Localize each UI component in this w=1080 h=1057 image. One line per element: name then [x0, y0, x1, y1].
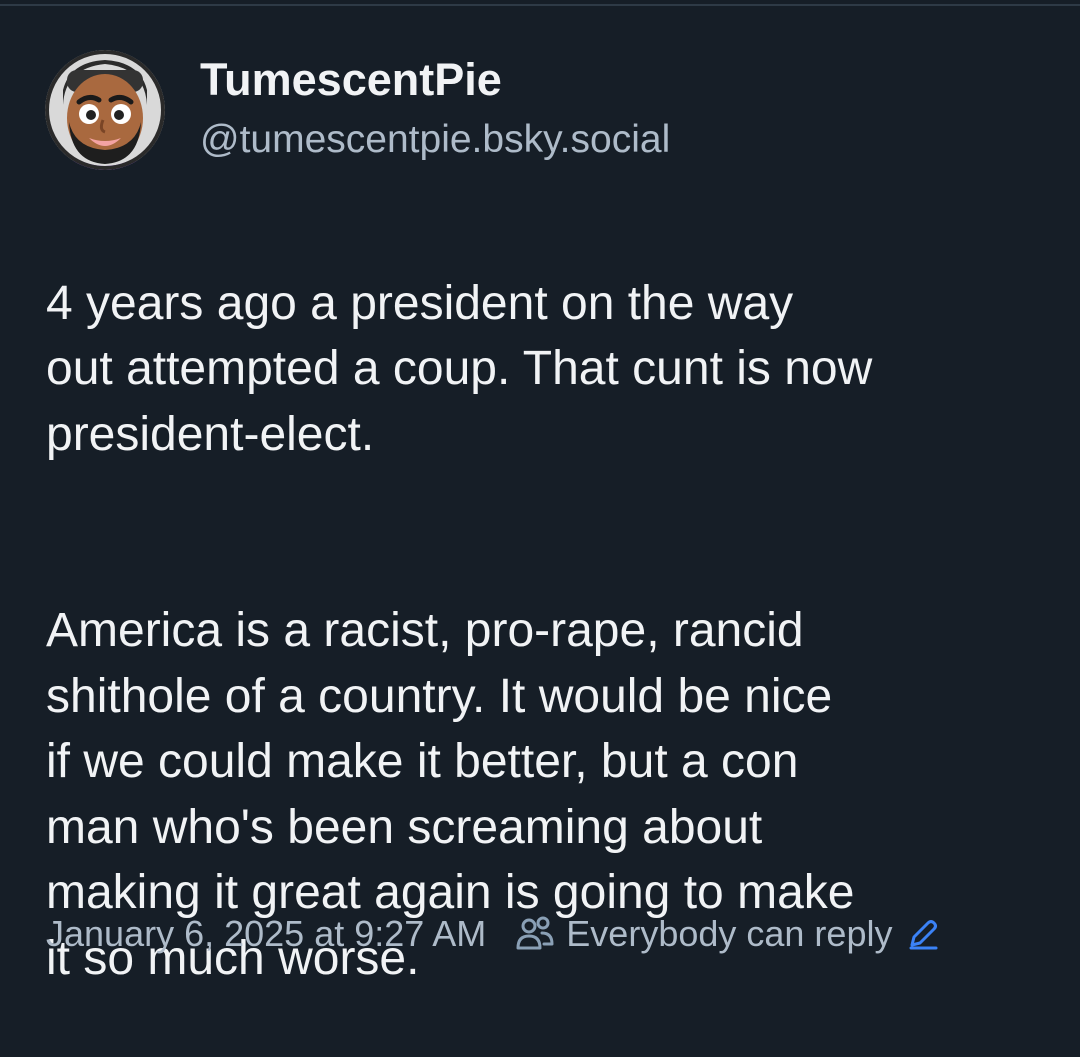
post-paragraph: 4 years ago a president on the way out a…: [46, 276, 873, 461]
cartoon-avatar-icon: [45, 50, 165, 170]
author-display-name[interactable]: TumescentPie: [200, 54, 502, 106]
post-card: TumescentPie @tumescentpie.bsky.social 4…: [0, 0, 1080, 988]
reply-setting-button[interactable]: Everybody can reply: [514, 913, 940, 955]
reply-setting-label: Everybody can reply: [566, 913, 893, 954]
author-avatar[interactable]: [45, 50, 165, 170]
post-timestamp[interactable]: January 6, 2025 at 9:27 AM: [46, 913, 486, 955]
pencil-icon[interactable]: [906, 917, 940, 951]
people-icon: [514, 913, 556, 955]
author-handle[interactable]: @tumescentpie.bsky.social: [200, 116, 670, 164]
post-meta: January 6, 2025 at 9:27 AM Everybody can…: [46, 908, 940, 960]
